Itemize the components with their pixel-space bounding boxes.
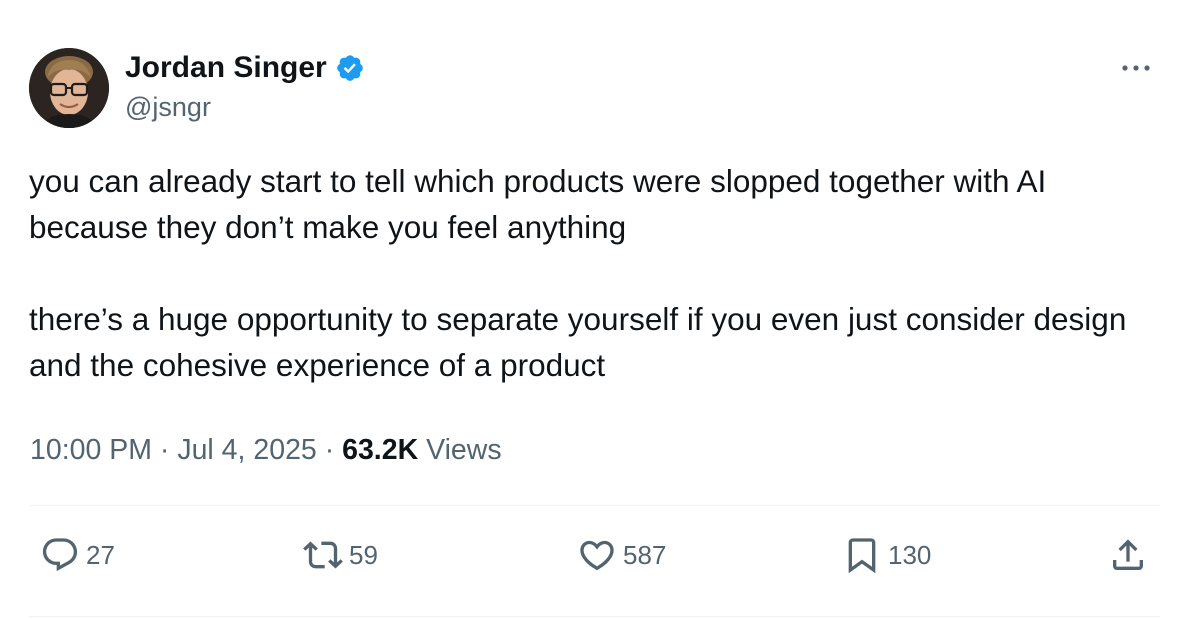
meta-separator: · xyxy=(152,434,178,466)
reply-count: 27 xyxy=(86,540,115,570)
more-options-button[interactable] xyxy=(1118,56,1154,80)
bookmark-button[interactable]: 130 xyxy=(842,533,931,577)
user-handle[interactable]: @jsngr xyxy=(125,90,211,124)
avatar-image xyxy=(29,48,109,128)
tweet-date[interactable]: Jul 4, 2025 xyxy=(177,434,316,466)
tweet-metadata: 10:00 PM · Jul 4, 2025 · 63.2K Views xyxy=(30,430,502,470)
share-button[interactable] xyxy=(1108,533,1148,577)
bookmark-count: 130 xyxy=(888,540,932,570)
reply-icon xyxy=(42,538,78,572)
like-count: 587 xyxy=(623,540,667,570)
more-options-icon xyxy=(1122,65,1150,71)
tweet-paragraph: you can already start to tell which prod… xyxy=(29,163,1047,245)
tweet-card: Jordan Singer @jsngr you can already sta… xyxy=(0,0,1180,618)
meta-separator: · xyxy=(316,434,343,466)
repost-icon xyxy=(303,541,343,569)
tweet-time[interactable]: 10:00 PM xyxy=(30,434,152,466)
bookmark-icon xyxy=(848,538,876,574)
views-label: Views xyxy=(426,434,502,466)
views-count: 63.2K xyxy=(342,434,419,466)
display-name[interactable]: Jordan Singer xyxy=(125,50,365,86)
divider xyxy=(29,616,1160,617)
tweet-text: you can already start to tell which prod… xyxy=(29,158,1154,388)
tweet-paragraph: there’s a huge opportunity to separate y… xyxy=(29,301,1127,383)
share-icon xyxy=(1113,539,1143,570)
verified-badge-icon[interactable] xyxy=(335,53,365,83)
like-button[interactable]: 587 xyxy=(577,533,666,577)
repost-button[interactable]: 59 xyxy=(303,533,378,577)
display-name-text[interactable]: Jordan Singer xyxy=(125,50,327,86)
repost-count: 59 xyxy=(349,540,378,570)
divider xyxy=(29,505,1160,506)
avatar[interactable] xyxy=(29,48,109,128)
reply-button[interactable]: 27 xyxy=(40,533,115,577)
heart-icon xyxy=(580,540,614,571)
